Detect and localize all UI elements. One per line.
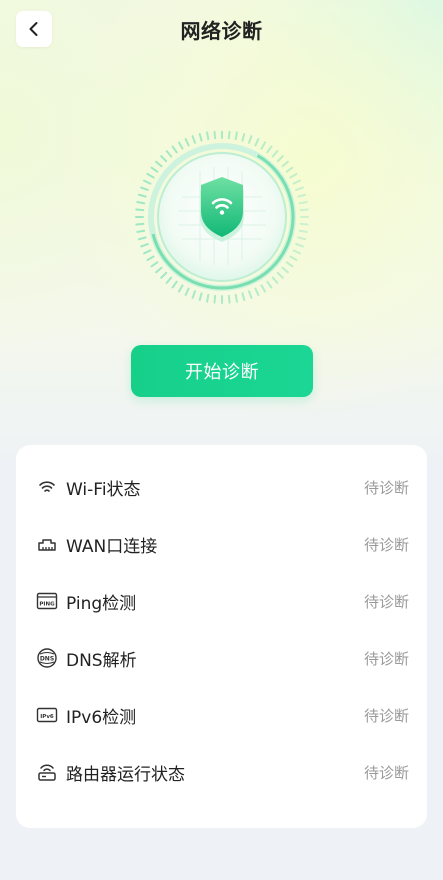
list-item-label: WAN口连接 bbox=[66, 536, 158, 557]
list-item-label: 路由器运行状态 bbox=[66, 764, 185, 785]
status-text: 待诊断 bbox=[363, 478, 409, 497]
status-text: 待诊断 bbox=[363, 535, 409, 554]
shield-wifi-icon bbox=[200, 177, 244, 242]
svg-text:PING: PING bbox=[39, 602, 55, 608]
ipv6-icon: IPv6 bbox=[36, 704, 58, 726]
ping-icon: PING bbox=[36, 590, 58, 612]
list-item-router-status[interactable]: 路由器运行状态 待诊断 bbox=[16, 752, 427, 792]
status-text: 待诊断 bbox=[363, 649, 409, 668]
list-item-wan-connection[interactable]: WAN口连接 待诊断 bbox=[16, 524, 427, 564]
wifi-icon bbox=[36, 476, 58, 498]
start-diagnosis-button[interactable]: 开始诊断 bbox=[131, 345, 313, 397]
svg-text:IPv6: IPv6 bbox=[40, 714, 54, 720]
router-icon bbox=[36, 761, 58, 783]
list-item-label: IPv6检测 bbox=[66, 707, 137, 728]
svg-text:DNS: DNS bbox=[40, 655, 54, 662]
status-text: 待诊断 bbox=[363, 763, 409, 782]
dns-icon: DNS bbox=[36, 647, 58, 669]
list-item-label: Ping检测 bbox=[66, 593, 137, 614]
status-text: 待诊断 bbox=[363, 706, 409, 725]
page-title: 网络诊断 bbox=[180, 19, 263, 43]
list-item-ping-test[interactable]: PING Ping检测 待诊断 bbox=[16, 581, 427, 621]
status-text: 待诊断 bbox=[363, 592, 409, 611]
list-item-label: Wi-Fi状态 bbox=[66, 479, 141, 500]
list-item-label: DNS解析 bbox=[66, 650, 137, 671]
ethernet-port-icon bbox=[36, 533, 58, 555]
diagnosis-list: Wi-Fi状态 待诊断 WAN口连接 待诊断 PING Ping检测 待诊断 D… bbox=[16, 445, 427, 828]
list-item-dns-resolve[interactable]: DNS DNS解析 待诊断 bbox=[16, 638, 427, 678]
list-item-wifi-status[interactable]: Wi-Fi状态 待诊断 bbox=[16, 467, 427, 507]
diagnosis-gauge bbox=[120, 130, 325, 306]
list-item-ipv6-test[interactable]: IPv6 IPv6检测 待诊断 bbox=[16, 695, 427, 735]
